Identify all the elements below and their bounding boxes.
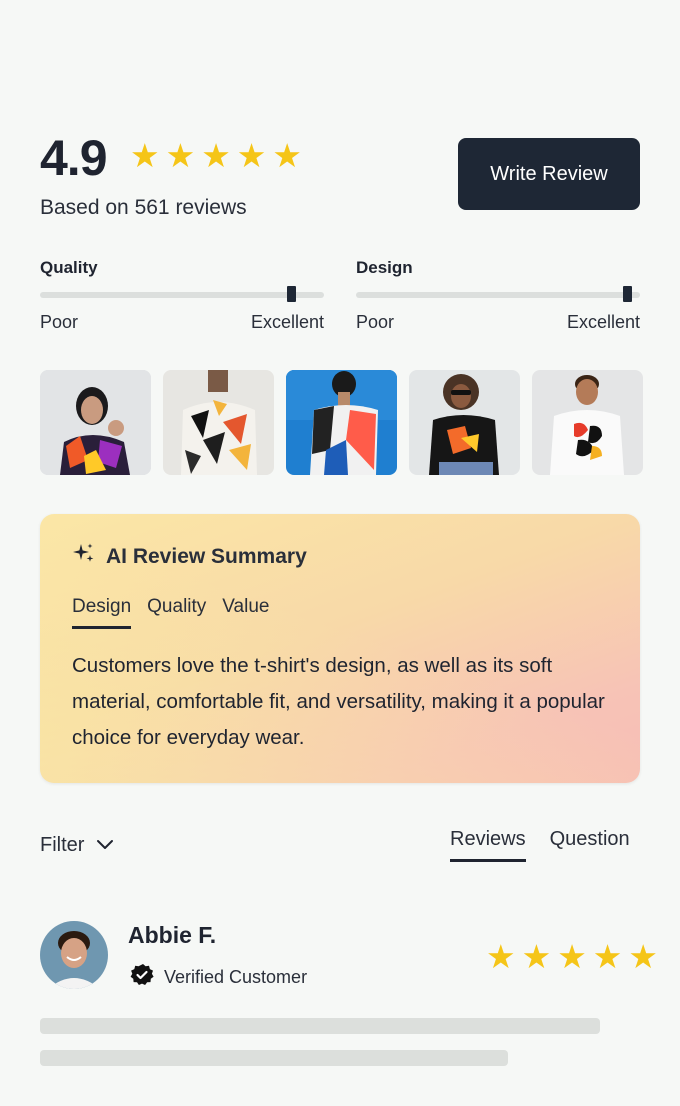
filter-dropdown[interactable]: Filter — [40, 834, 114, 857]
sparkles-icon — [72, 542, 96, 572]
write-review-button[interactable]: Write Review — [458, 138, 640, 210]
filter-label: Filter — [40, 834, 85, 856]
review-count: Based on 561 reviews — [40, 196, 247, 219]
average-rating-stars: ★ ★ ★ ★ ★ — [130, 139, 302, 172]
chevron-down-icon — [96, 834, 114, 857]
tab-design[interactable]: Design — [72, 596, 132, 629]
ai-summary-header: AI Review Summary — [72, 542, 307, 572]
design-slider-thumb — [623, 286, 632, 302]
verified-check-icon — [130, 963, 154, 992]
star-icon: ★ — [236, 137, 267, 174]
star-icon: ★ — [201, 137, 231, 174]
tab-reviews[interactable]: Reviews — [450, 828, 526, 862]
star-icon: ★ — [165, 137, 196, 174]
review-photo-4[interactable] — [409, 370, 520, 475]
review-text-placeholder — [40, 1018, 600, 1034]
reviews-page: 4.9 ★ ★ ★ ★ ★ Based on 561 reviews Write… — [0, 0, 680, 1106]
verified-badge: Verified Customer — [130, 963, 307, 992]
review-photo-gallery — [40, 370, 643, 475]
review-photo-3[interactable] — [286, 370, 397, 475]
star-icon: ★ — [130, 137, 160, 174]
ai-summary-text: Customers love the t-shirt's design, as … — [72, 654, 605, 749]
metric-high-label: Excellent — [250, 312, 324, 332]
review-rating-stars: ★ ★ ★ ★ ★ — [486, 940, 658, 973]
quality-metric: Quality Poor Excellent — [40, 258, 324, 333]
quality-slider-thumb — [287, 286, 296, 302]
ai-review-summary-card: AI Review Summary Design Quality Value C… — [40, 514, 640, 783]
quality-slider-track — [40, 286, 324, 302]
metric-high-label: Excellent — [566, 312, 640, 332]
review-list-tabs: Reviews Question — [450, 828, 630, 862]
verified-label: Verified Customer — [164, 967, 308, 987]
star-icon: ★ — [557, 938, 587, 975]
metric-low-label: Poor — [356, 312, 395, 332]
ai-summary-tabs: Design Quality Value — [72, 596, 269, 629]
metric-title: Design — [356, 258, 413, 277]
star-icon: ★ — [592, 938, 623, 975]
review-photo-2[interactable] — [163, 370, 274, 475]
star-icon: ★ — [628, 938, 658, 975]
design-slider-track — [356, 286, 640, 302]
metric-low-label: Poor — [40, 312, 79, 332]
reviewer-name: Abbie F. — [128, 922, 217, 948]
ai-summary-title: AI Review Summary — [106, 545, 307, 568]
star-icon: ★ — [521, 938, 552, 975]
review-photo-5[interactable] — [532, 370, 643, 475]
star-icon: ★ — [272, 137, 302, 174]
tab-question[interactable]: Question — [550, 828, 630, 862]
star-icon: ★ — [486, 938, 516, 975]
review-photo-1[interactable] — [40, 370, 151, 475]
review-text-placeholder — [40, 1050, 508, 1066]
tab-value[interactable]: Value — [222, 596, 269, 629]
avatar — [40, 921, 108, 989]
tab-quality[interactable]: Quality — [147, 596, 206, 629]
metric-title: Quality — [40, 258, 98, 277]
design-metric: Design Poor Excellent — [356, 258, 640, 333]
average-rating: 4.9 — [40, 130, 108, 186]
